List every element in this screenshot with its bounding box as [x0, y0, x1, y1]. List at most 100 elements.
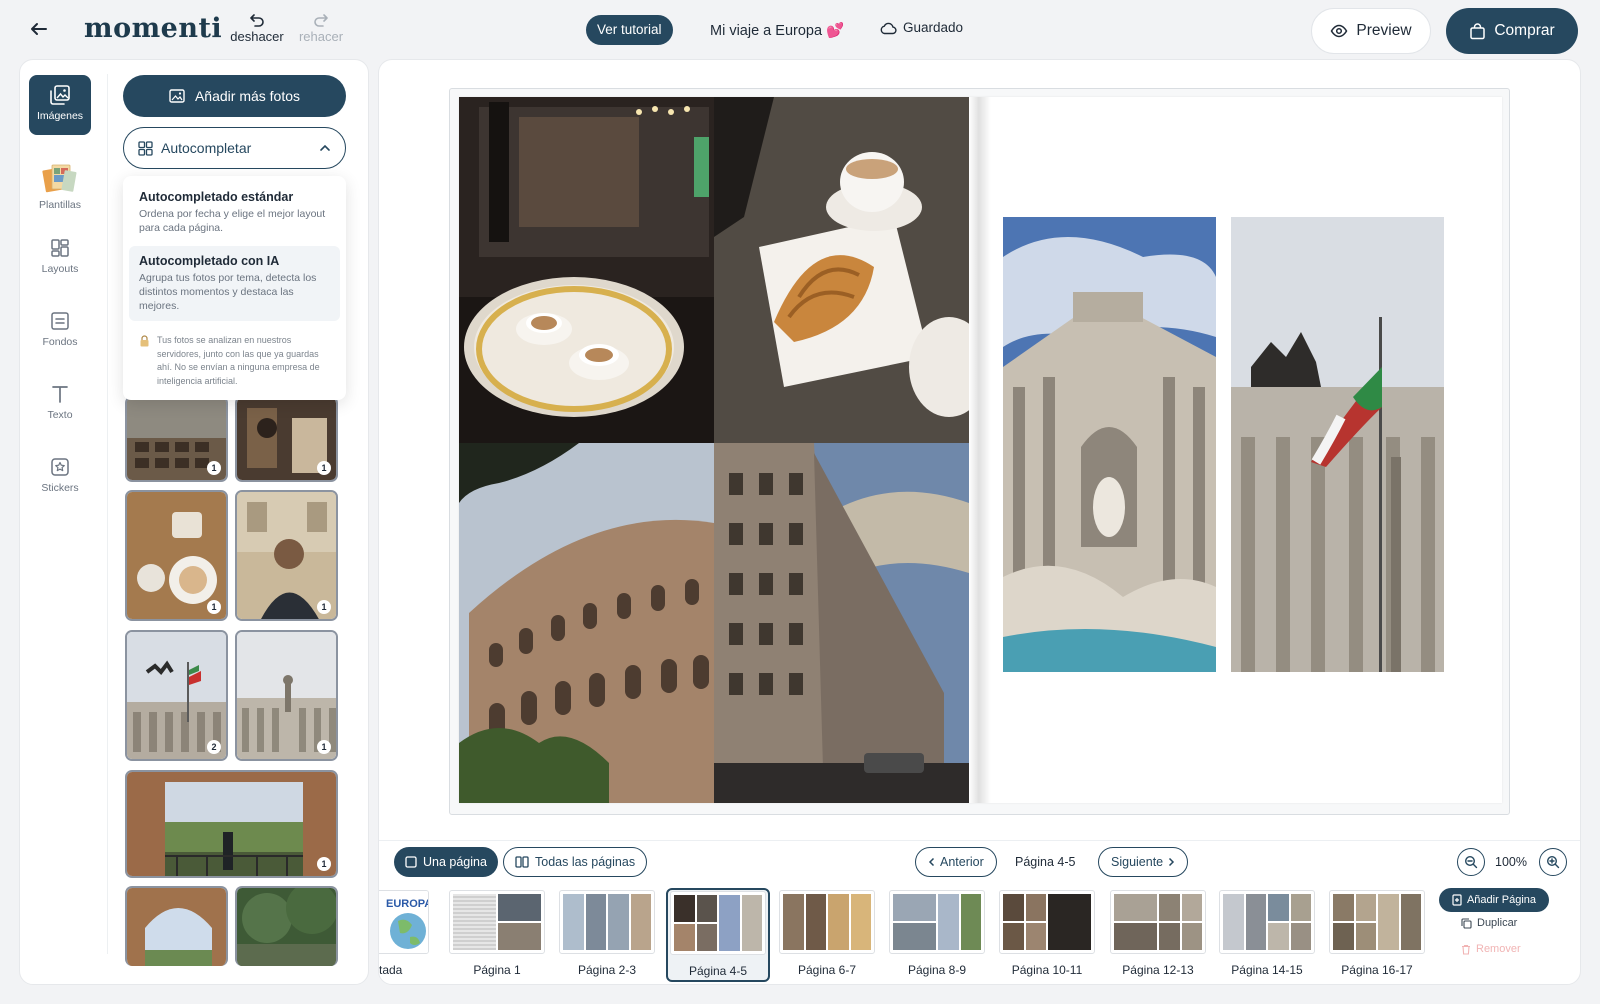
photo-slot-cafe[interactable] [459, 97, 714, 443]
page-thumbnail-label: Página 14-15 [1231, 963, 1303, 977]
buy-button[interactable]: Comprar [1446, 8, 1578, 54]
page-thumbnail[interactable]: Página 6-7 [779, 890, 875, 977]
cloud-icon [880, 22, 897, 34]
page-thumbnail-label: Página 4-5 [688, 964, 748, 978]
page-thumbnail-label: Página 1 [473, 963, 521, 977]
single-page-view-button[interactable]: Una página [394, 847, 498, 877]
photo-thumbnail[interactable]: 1 [125, 490, 228, 621]
spread-gutter [969, 97, 991, 803]
photo-usage-badge: 1 [207, 461, 221, 475]
next-page-button[interactable]: Siguiente [1098, 847, 1189, 877]
editor-canvas-panel: Una página Todas las páginas Anterior Pá… [378, 59, 1581, 985]
autocomplete-standard-option[interactable]: Autocompletado estándar Ordena por fecha… [129, 182, 340, 243]
photo-usage-badge: 1 [317, 600, 331, 614]
photo-slot-street[interactable] [714, 443, 969, 803]
option-description: Agrupa tus fotos por tema, detecta los d… [139, 272, 317, 312]
page-thumbnail-label: Página 6-7 [797, 963, 857, 977]
page-thumbnail-label: Página 10-11 [1011, 963, 1083, 977]
add-page-button[interactable]: Añadir Página [1439, 888, 1549, 912]
photo-image [1003, 217, 1216, 672]
all-pages-icon [515, 856, 529, 868]
photo-usage-badge: 1 [317, 857, 331, 871]
page-thumbnail-label: Página 2-3 [577, 963, 637, 977]
tutorial-button[interactable]: Ver tutorial [586, 15, 673, 45]
page-thumbnail-strip: EUROPA tada Página 1 Página 2-3 Página 4 [379, 886, 1439, 984]
current-page-indicator: Página 4-5 [1015, 855, 1076, 869]
photo-slot-vittoriano[interactable] [1231, 217, 1444, 672]
page-thumbnail-label: Página 8-9 [907, 963, 967, 977]
page-thumbnail[interactable]: Página 12-13 [1110, 890, 1206, 977]
page-thumbnail[interactable]: Página 14-15 [1219, 890, 1315, 977]
page-thumbnail-selected[interactable]: Página 4-5 [666, 888, 770, 982]
photo-thumbnail[interactable]: 1 [235, 396, 338, 482]
eye-icon [1331, 24, 1348, 38]
page-thumbnail-label: Página 12-13 [1122, 963, 1194, 977]
single-page-label: Una página [423, 855, 487, 869]
photo-image [237, 888, 336, 966]
cover-image: EUROPA [379, 891, 428, 953]
left-panel: Imágenes Plantillas Layouts Fondos Texto [19, 59, 369, 985]
previous-label: Anterior [940, 855, 984, 869]
page-thumbnail[interactable]: Página 1 [449, 890, 545, 977]
photo-usage-badge: 1 [317, 461, 331, 475]
back-arrow-icon[interactable] [26, 16, 52, 42]
undo-label: deshacer [230, 29, 284, 44]
option-description: Ordena por fecha y elige el mejor layout… [139, 208, 326, 234]
single-page-icon [405, 856, 417, 868]
photo-thumbnail[interactable]: 2 [125, 630, 228, 761]
photo-slot-trevi[interactable] [1003, 217, 1216, 672]
all-pages-view-button[interactable]: Todas las páginas [503, 847, 648, 877]
saved-label: Guardado [903, 20, 964, 35]
spread-frame [449, 88, 1510, 815]
page-thumbnail[interactable]: Página 2-3 [559, 890, 655, 977]
page-thumbnail[interactable]: Página 16-17 [1329, 890, 1425, 977]
zoom-in-button[interactable] [1539, 848, 1567, 876]
page-thumbnail-label: tada [379, 963, 403, 977]
zoom-out-button[interactable] [1457, 848, 1485, 876]
shopping-bag-icon [1470, 22, 1486, 39]
photo-usage-badge: 1 [317, 740, 331, 754]
previous-page-button[interactable]: Anterior [915, 847, 997, 877]
page-thumbnail[interactable]: Página 8-9 [889, 890, 985, 977]
chevron-left-icon [928, 857, 935, 867]
saved-status: Guardado [880, 20, 963, 35]
page-thumbnail[interactable]: Página 10-11 [999, 890, 1095, 977]
app-logo[interactable]: momenti [84, 13, 222, 44]
redo-label: rehacer [298, 29, 344, 44]
remove-page-button[interactable]: Remover [1461, 943, 1521, 955]
zoom-out-icon [1464, 855, 1478, 869]
photo-image [459, 97, 714, 443]
trash-icon [1462, 944, 1470, 955]
duplicate-page-button[interactable]: Duplicar [1461, 917, 1517, 929]
bottom-divider [379, 840, 1580, 841]
project-title[interactable]: Mi viaje a Europa 💕 [710, 22, 844, 39]
left-page[interactable] [459, 97, 979, 803]
photo-slot-croissant[interactable] [714, 97, 969, 443]
lock-icon [140, 335, 149, 347]
photo-image [459, 443, 714, 803]
photo-image [1231, 217, 1444, 672]
zoom-in-icon [1546, 855, 1560, 869]
page-thumbnail-cover[interactable]: EUROPA tada [379, 890, 429, 977]
page-spread[interactable] [459, 97, 1502, 803]
buy-label: Comprar [1494, 22, 1555, 39]
preview-label: Preview [1356, 22, 1412, 39]
photo-thumbnail[interactable] [125, 886, 228, 966]
photo-image [127, 772, 336, 876]
undo-button[interactable]: deshacer [225, 12, 289, 44]
autocomplete-menu: Autocompletado estándar Ordena por fecha… [123, 176, 346, 400]
photo-thumbnail[interactable]: 1 [235, 630, 338, 761]
photo-thumbnail[interactable] [235, 886, 338, 966]
autocomplete-ai-option[interactable]: Autocompletado con IA Agrupa tus fotos p… [129, 246, 340, 321]
photo-thumbnail[interactable]: 1 [125, 396, 228, 482]
photo-thumbnail[interactable]: 1 [125, 770, 338, 878]
photo-thumbnail[interactable]: 1 [235, 490, 338, 621]
all-pages-label: Todas las páginas [535, 855, 636, 869]
option-title: Autocompletado estándar [139, 190, 294, 204]
redo-button[interactable]: rehacer [289, 12, 353, 44]
privacy-note-text: Tus fotos se analizan en nuestros servid… [157, 335, 320, 386]
photo-usage-badge: 1 [207, 600, 221, 614]
preview-button[interactable]: Preview [1311, 8, 1431, 54]
photo-slot-colosseum[interactable] [459, 443, 714, 803]
chevron-right-icon [1169, 857, 1175, 867]
